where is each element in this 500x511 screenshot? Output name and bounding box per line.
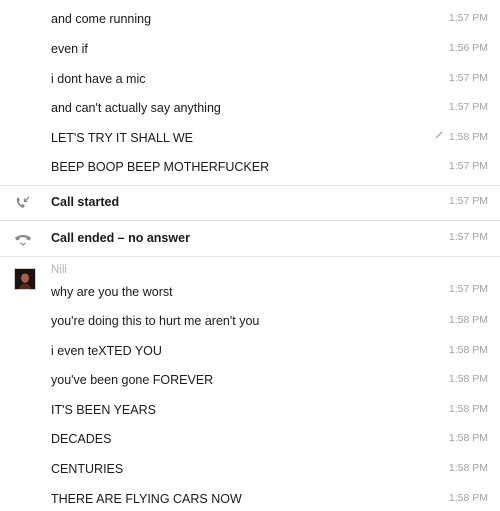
message-text: DECADES — [51, 432, 112, 446]
message-time: 1:57 PM — [448, 72, 488, 84]
message-text: i dont have a mic — [51, 72, 146, 86]
message-time: 1:58 PM — [448, 131, 488, 143]
chat-transcript: and come running 1:57 PM even if 1:56 PM… — [0, 0, 500, 511]
call-status-text: Call ended – no answer — [51, 231, 190, 245]
message-time: 1:57 PM — [448, 195, 488, 207]
message-time: 1:57 PM — [448, 283, 488, 295]
message-time: 1:57 PM — [448, 231, 488, 243]
message-text: THERE ARE FLYING CARS NOW — [51, 492, 242, 506]
message-text: LET'S TRY IT SHALL WE — [51, 131, 194, 145]
sent-check-icon — [435, 131, 443, 142]
divider — [0, 185, 500, 186]
message-time: 1:58 PM — [448, 403, 488, 415]
message-time: 1:58 PM — [448, 373, 488, 385]
avatar[interactable] — [14, 268, 36, 290]
message-text: i even teXTED YOU — [51, 344, 162, 358]
message-time: 1:57 PM — [448, 12, 488, 24]
message-text: you've been gone FOREVER — [51, 373, 214, 387]
message-text: BEEP BOOP BEEP MOTHERFUCKER — [51, 160, 270, 174]
divider — [0, 220, 500, 221]
message-time: 1:58 PM — [448, 492, 488, 504]
divider — [0, 256, 500, 257]
message-time: 1:58 PM — [448, 462, 488, 474]
call-incoming-icon — [14, 196, 32, 210]
message-time: 1:56 PM — [448, 42, 488, 54]
message-text: even if — [51, 42, 88, 56]
message-text: and come running — [51, 12, 152, 26]
message-text: IT'S BEEN YEARS — [51, 403, 156, 417]
call-status-text: Call started — [51, 195, 120, 209]
message-time: 1:57 PM — [448, 160, 488, 172]
message-time: 1:57 PM — [448, 101, 488, 113]
sender-name[interactable]: Nili — [51, 264, 67, 276]
message-time: 1:58 PM — [448, 344, 488, 356]
message-time: 1:58 PM — [448, 314, 488, 326]
message-text: you're doing this to hurt me aren't you — [51, 314, 260, 328]
message-text: CENTURIES — [51, 462, 124, 476]
call-ended-icon — [14, 232, 32, 246]
message-text: and can't actually say anything — [51, 101, 221, 115]
message-text: why are you the worst — [51, 285, 173, 299]
message-time: 1:58 PM — [448, 432, 488, 444]
